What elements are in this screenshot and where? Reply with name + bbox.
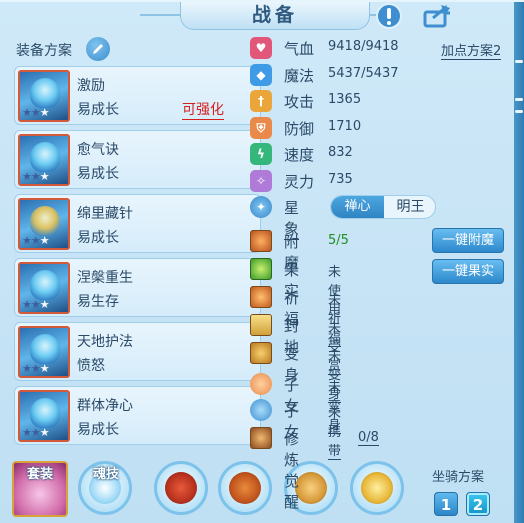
lightning-icon: ϟ	[250, 143, 272, 165]
star-rating: ★★★	[22, 106, 50, 119]
soul-label: 魂技	[92, 467, 119, 482]
heart-icon: ♥	[250, 37, 272, 59]
rune-slot[interactable]	[350, 461, 406, 517]
skill-card[interactable]: ★★★ 激励 易成长 可强化	[14, 66, 261, 125]
diamond-icon: ◆	[250, 64, 272, 86]
upgradable-tag[interactable]: 可强化	[182, 99, 224, 120]
star-rating: ★★★	[22, 426, 50, 439]
set-equipment-slot[interactable]: 套装	[12, 461, 68, 517]
fief-icon	[250, 314, 272, 336]
star-rating: ★★★	[22, 298, 50, 311]
star-sign-option-chanxin[interactable]: 禅心	[331, 196, 384, 218]
title-ornament-left	[140, 14, 180, 16]
right-edge-strip	[514, 2, 524, 523]
one-click-fruit-button[interactable]: 一键果实	[432, 259, 504, 284]
strip-mark	[515, 110, 523, 113]
star-sign-icon: ✦	[250, 196, 272, 218]
attr-value: 5437/5437	[328, 66, 399, 81]
skill-desc: 易成长	[77, 102, 119, 118]
share-button[interactable]	[422, 2, 452, 30]
star-sign-toggle[interactable]: 禅心 明王	[330, 195, 436, 219]
battle-prep-panel: 战备 装备方案 ★★★ 激励 易成长 可强化 ★★★ 愈气诀 易成长 ★★★ 绵…	[0, 0, 524, 523]
edit-plan-button[interactable]	[86, 37, 110, 61]
cultivation-icon	[250, 427, 272, 449]
feature-name: 修炼觉醒	[284, 430, 300, 511]
star-rating: ★★★	[22, 234, 50, 247]
mount-plan-1-button[interactable]: 1	[434, 492, 458, 516]
strip-mark	[515, 98, 523, 101]
box-rune-icon	[218, 461, 272, 515]
exclamation-icon	[376, 3, 402, 29]
attribute-plan-link[interactable]: 加点方案2	[441, 40, 502, 60]
skill-card[interactable]: ★★★ 群体净心 易成长	[14, 386, 261, 445]
skill-desc: 愤怒	[77, 358, 105, 374]
mount-plan-label: 坐骑方案	[432, 470, 485, 485]
skill-name: 绵里藏针	[77, 206, 133, 222]
fruit-icon	[250, 258, 272, 280]
one-click-enchant-button[interactable]: 一键附魔	[432, 228, 504, 253]
spark-icon: ✧	[250, 170, 272, 192]
attr-value: 832	[328, 145, 353, 160]
mount-plan-2-button[interactable]: 2	[466, 492, 490, 516]
skill-card[interactable]: ★★★ 天地护法 愤怒	[14, 322, 261, 381]
star-sign-option-mingwang[interactable]: 明王	[384, 196, 435, 218]
feature-value: 5/5	[328, 233, 349, 248]
skill-card[interactable]: ★★★ 涅槃重生 易生存	[14, 258, 261, 317]
pawprint-icon	[250, 399, 272, 421]
feature-value[interactable]: 0/8	[358, 430, 379, 446]
strip-mark	[515, 60, 523, 63]
skill-name: 愈气诀	[77, 142, 119, 158]
child-icon	[250, 373, 272, 395]
lion-rune-icon	[154, 461, 208, 515]
skill-desc: 易生存	[77, 294, 119, 310]
set-label: 套装	[26, 467, 53, 482]
skill-icon: ★★★	[18, 262, 70, 314]
feature-value[interactable]: 未携带	[328, 402, 342, 460]
alert-button[interactable]	[374, 2, 404, 30]
blessing-icon	[250, 286, 272, 308]
skill-icon: ★★★	[18, 326, 70, 378]
enchant-icon	[250, 230, 272, 252]
skill-icon: ★★★	[18, 134, 70, 186]
attr-value: 1365	[328, 92, 362, 107]
skill-desc: 易成长	[77, 422, 119, 438]
rune-slot[interactable]	[218, 461, 274, 517]
sword-icon: †	[250, 90, 272, 112]
star-rating: ★★★	[22, 362, 50, 375]
star-rating: ★★★	[22, 170, 50, 183]
share-icon	[423, 4, 450, 28]
skill-desc: 易成长	[77, 166, 119, 182]
attr-value: 9418/9418	[328, 39, 399, 54]
soul-skill-slot[interactable]: 魂技	[78, 461, 134, 517]
transform-icon	[250, 342, 272, 364]
pencil-icon	[93, 44, 103, 54]
skill-card[interactable]: ★★★ 愈气诀 易成长	[14, 130, 261, 189]
golden-figure-rune-icon	[350, 461, 404, 515]
shield-icon: ⛨	[250, 117, 272, 139]
skill-icon: ★★★	[18, 390, 70, 442]
equipment-plan-label: 装备方案	[16, 43, 72, 59]
skill-name: 激励	[77, 78, 105, 94]
skill-desc: 易成长	[77, 230, 119, 246]
skill-name: 天地护法	[77, 334, 133, 350]
page-title: 战备	[180, 2, 370, 30]
attr-value: 1710	[328, 119, 362, 134]
skill-icon: ★★★	[18, 70, 70, 122]
skill-icon: ★★★	[18, 198, 70, 250]
skill-card[interactable]: ★★★ 绵里藏针 易成长	[14, 194, 261, 253]
skill-name: 群体净心	[77, 398, 133, 414]
attr-value: 735	[328, 172, 353, 187]
rune-slot[interactable]	[154, 461, 210, 517]
skill-name: 涅槃重生	[77, 270, 133, 286]
